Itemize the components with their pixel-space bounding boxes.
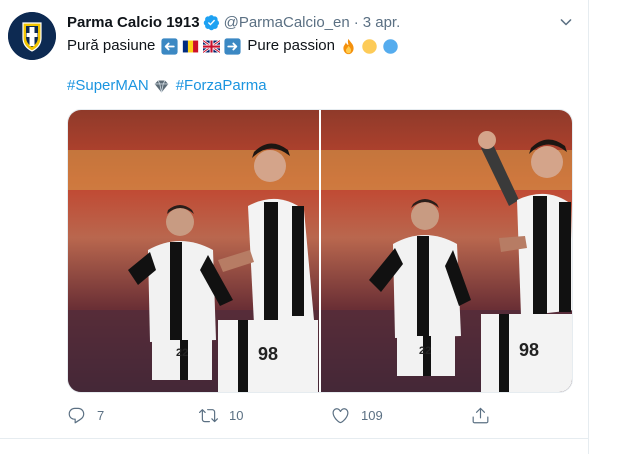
verified-badge-icon bbox=[203, 14, 219, 30]
svg-text:22: 22 bbox=[419, 345, 431, 357]
retweet-button[interactable]: 10 bbox=[199, 404, 243, 426]
tweet-card[interactable]: Parma Calcio 1913 @ParmaCalcio_en · 3 ap… bbox=[0, 0, 588, 454]
svg-text:22: 22 bbox=[176, 347, 188, 359]
display-name[interactable]: Parma Calcio 1913 bbox=[67, 14, 200, 31]
tweet-text-en: Pure passion bbox=[247, 37, 335, 54]
gem-emoji-icon bbox=[154, 79, 169, 93]
right-arrow-emoji-icon bbox=[224, 37, 241, 55]
reply-button[interactable]: 7 bbox=[67, 404, 104, 426]
left-arrow-emoji-icon bbox=[161, 37, 178, 55]
yellow-circle-emoji-icon bbox=[362, 38, 377, 54]
like-count: 109 bbox=[361, 407, 383, 423]
timestamp[interactable]: 3 apr. bbox=[363, 14, 401, 31]
separator: · bbox=[353, 13, 359, 31]
photo-2[interactable]: 22 98 bbox=[321, 110, 572, 392]
tweet-header: Parma Calcio 1913 @ParmaCalcio_en · 3 ap… bbox=[67, 12, 400, 32]
uk-flag-icon bbox=[203, 39, 221, 53]
retweet-count: 10 bbox=[229, 407, 244, 423]
heart-icon bbox=[332, 407, 349, 423]
romania-flag-icon bbox=[183, 40, 199, 52]
avatar[interactable] bbox=[8, 12, 56, 60]
svg-text:98: 98 bbox=[258, 344, 278, 364]
svg-text:98: 98 bbox=[519, 340, 539, 360]
tweet-text-line-2: #SuperMAN #ForzaParma bbox=[67, 76, 267, 96]
tweet-divider bbox=[0, 438, 588, 439]
parma-crest-logo bbox=[8, 12, 56, 60]
photo-2-image: 22 98 bbox=[321, 110, 572, 392]
share-icon bbox=[472, 407, 489, 423]
photo-1-image: 22 98 bbox=[68, 110, 319, 392]
right-sidebar-edge bbox=[589, 0, 624, 454]
tweet-text-line-1: Pură pasiune Pure passion bbox=[67, 36, 401, 56]
share-button[interactable] bbox=[471, 404, 501, 426]
fire-emoji-icon bbox=[343, 38, 354, 54]
retweet-icon bbox=[199, 408, 218, 422]
action-bar: 7 10 109 bbox=[67, 404, 497, 426]
like-button[interactable]: 109 bbox=[331, 404, 383, 426]
hashtag-forzaparma[interactable]: #ForzaParma bbox=[176, 76, 267, 96]
tweet-text-ro: Pură pasiune bbox=[67, 37, 156, 54]
reply-count: 7 bbox=[97, 407, 105, 423]
blue-circle-emoji-icon bbox=[383, 38, 398, 54]
hashtag-superman[interactable]: #SuperMAN bbox=[67, 76, 149, 96]
media-grid: 22 98 22 98 bbox=[67, 109, 573, 393]
reply-icon bbox=[68, 407, 85, 423]
handle[interactable]: @ParmaCalcio_en bbox=[224, 14, 350, 31]
photo-1[interactable]: 22 98 bbox=[68, 110, 319, 392]
chevron-down-icon[interactable] bbox=[556, 12, 576, 32]
